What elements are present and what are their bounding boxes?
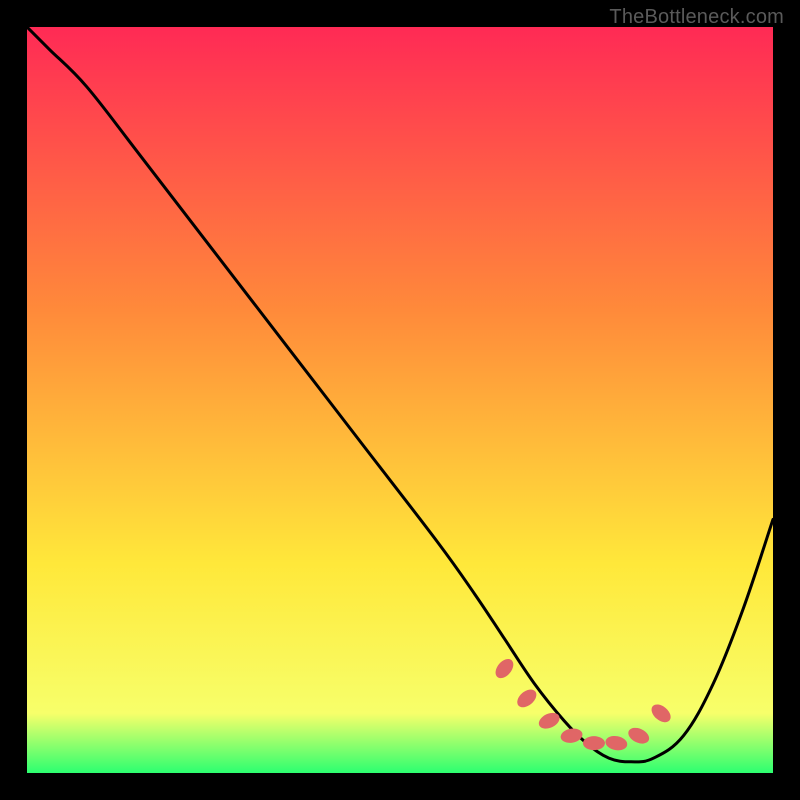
highlight-marker — [583, 736, 605, 750]
chart-plot-area — [27, 27, 773, 773]
watermark-text: TheBottleneck.com — [609, 6, 784, 29]
chart-svg — [27, 27, 773, 773]
chart-background — [27, 27, 773, 773]
